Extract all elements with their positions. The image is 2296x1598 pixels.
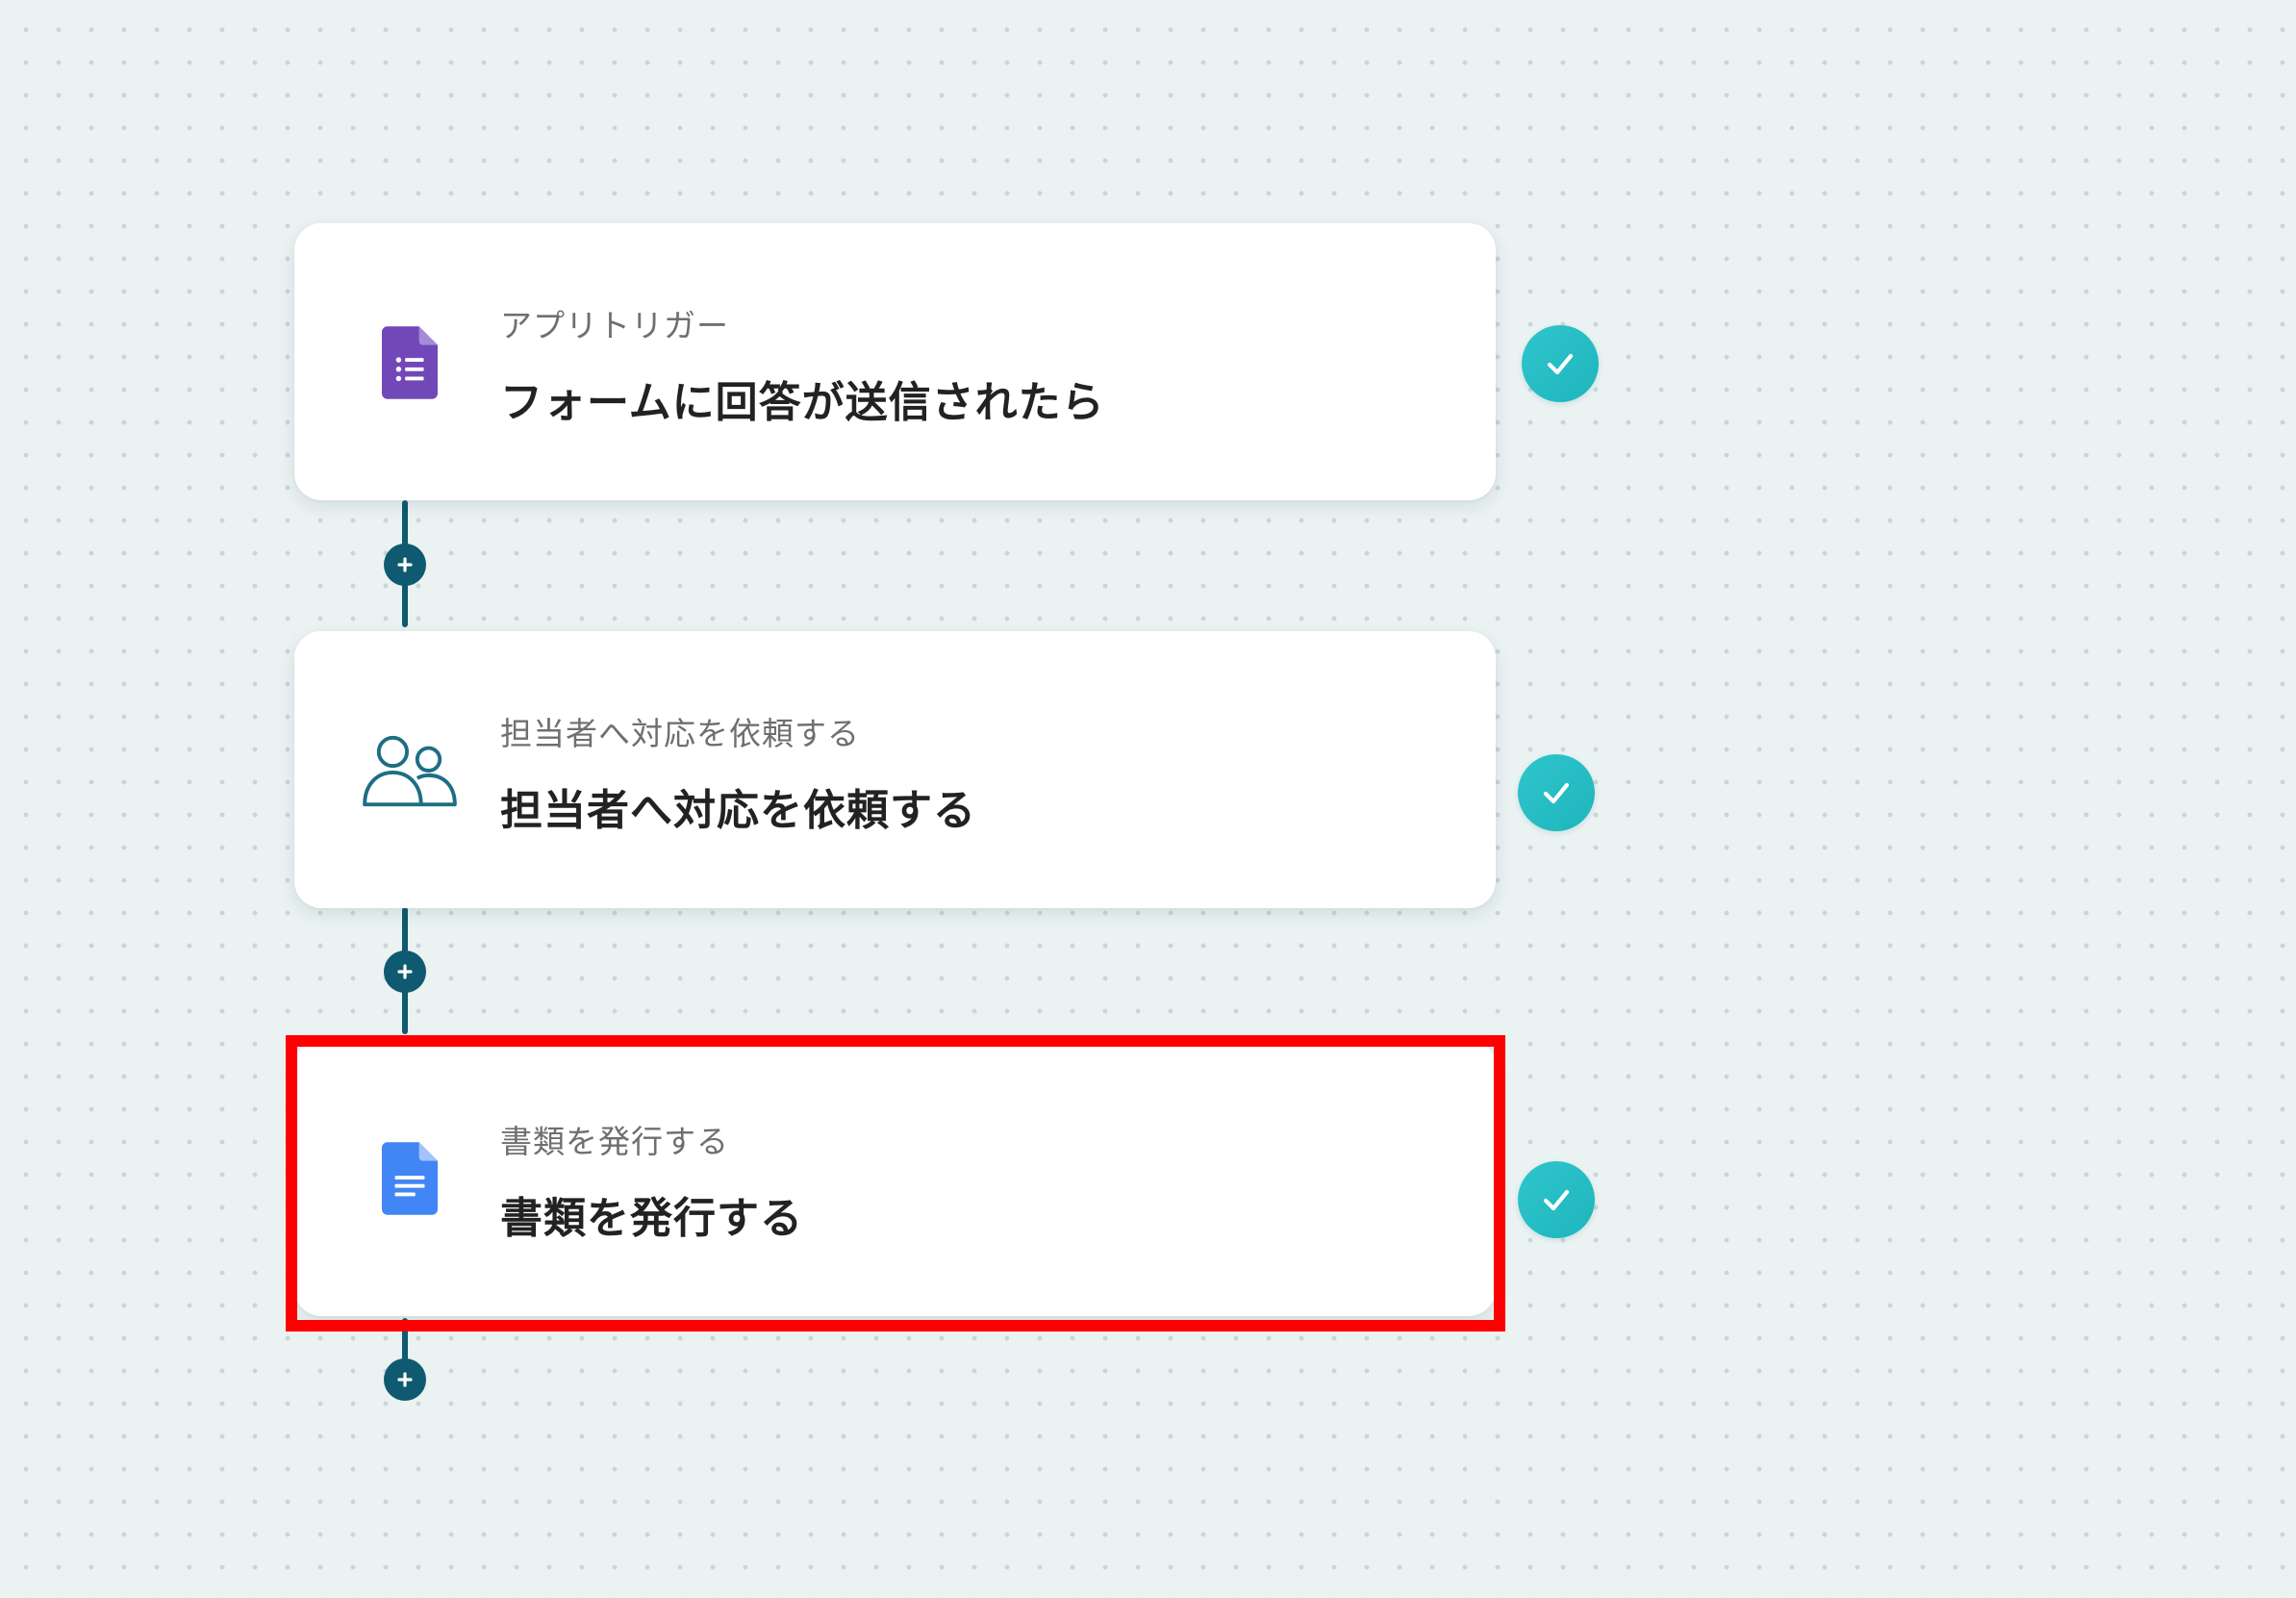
step-card-form-trigger[interactable]: アプリトリガー フォームに回答が送信されたら bbox=[294, 223, 1496, 500]
step-card-assign-request[interactable]: 担当者へ対応を依頼する 担当者へ対応を依頼する bbox=[294, 631, 1496, 908]
step-title: 書類を発行する bbox=[500, 1194, 803, 1243]
step-title: フォームに回答が送信されたら bbox=[500, 378, 1105, 427]
status-check-icon bbox=[1522, 325, 1599, 402]
plus-icon bbox=[397, 964, 413, 979]
workflow-canvas: アプリトリガー フォームに回答が送信されたら 担当者へ対応を依頼する 担当者へ対… bbox=[0, 0, 2296, 1598]
add-step-button-3[interactable] bbox=[384, 1358, 426, 1401]
step-card-issue-document[interactable]: 書類を発行する 書類を発行する bbox=[294, 1039, 1496, 1316]
google-forms-icon bbox=[352, 319, 467, 406]
step-subtitle: 担当者へ対応を依頼する bbox=[500, 715, 860, 752]
status-check-icon bbox=[1518, 754, 1595, 831]
google-docs-icon bbox=[352, 1135, 467, 1222]
plus-icon bbox=[397, 1372, 413, 1387]
plus-icon bbox=[397, 557, 413, 572]
step-title: 担当者へ対応を依頼する bbox=[500, 786, 976, 835]
status-check-icon bbox=[1518, 1161, 1595, 1238]
add-step-button-1[interactable] bbox=[384, 544, 426, 586]
users-icon bbox=[352, 727, 467, 814]
step-subtitle: 書類を発行する bbox=[500, 1123, 729, 1160]
add-step-button-2[interactable] bbox=[384, 951, 426, 993]
step-subtitle: アプリトリガー bbox=[500, 307, 729, 344]
